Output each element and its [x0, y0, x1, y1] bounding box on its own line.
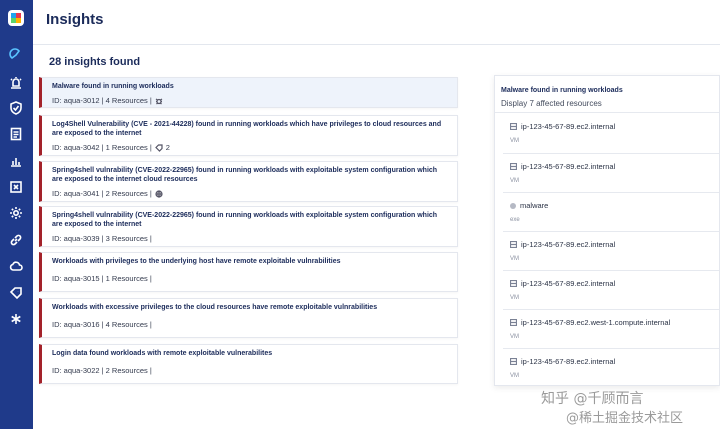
server-icon — [510, 123, 517, 130]
insight-card-aqua-3016[interactable]: Workloads with excessive privileges to t… — [39, 298, 458, 338]
insight-meta: ID: aqua-3016 | 4 Resources | — [52, 320, 152, 329]
insight-meta: ID: aqua-3012 | 4 Resources | — [52, 96, 152, 105]
resource-type: VM — [510, 295, 519, 301]
sidebar-asterisk-icon[interactable] — [9, 312, 23, 326]
insight-card-aqua-3039[interactable]: Spring4shell vulnrability (CVE-2022-2296… — [39, 206, 458, 247]
resource-item[interactable]: ip-123-45-67-89.ec2.internal VM — [503, 231, 719, 269]
tag-icon — [154, 143, 163, 152]
sidebar-shield-icon[interactable] — [9, 101, 23, 115]
panel-subtitle: Display 7 affected resources — [501, 99, 602, 108]
resource-type: VM — [510, 178, 519, 184]
watermark-zhihu: 知乎 @千顾而言 — [541, 391, 644, 407]
file-dot-icon — [510, 202, 516, 209]
sidebar-cloud-icon[interactable] — [9, 259, 23, 273]
sidebar-gear-icon[interactable] — [9, 206, 23, 220]
watermark-juejin: @稀土掘金技术社区 — [566, 411, 684, 426]
sidebar-link-icon[interactable] — [9, 233, 23, 247]
sidebar-box-icon[interactable] — [9, 180, 23, 194]
resource-item[interactable]: ip-123-45-67-89.ec2.internal VM — [503, 153, 719, 191]
insight-title: Workloads with excessive privileges to t… — [52, 304, 378, 311]
insight-title: Log4Shell Vulnerability (CVE - 2021-4422… — [52, 121, 442, 137]
resource-type: VM — [510, 373, 519, 379]
insight-title: Malware found in running workloads — [52, 83, 174, 90]
aqua-logo-icon[interactable] — [6, 8, 26, 28]
resource-type: exe — [510, 217, 520, 223]
server-icon — [510, 163, 517, 170]
insight-card-aqua-3015[interactable]: Workloads with privileges to the underly… — [39, 252, 458, 292]
sidebar-document-icon[interactable] — [9, 127, 23, 141]
sidebar-alarm-icon[interactable] — [9, 76, 23, 90]
resource-name: ip-123-45-67-89.ec2.internal — [521, 357, 616, 366]
resource-name: ip-123-45-67-89.ec2.internal — [521, 162, 616, 171]
insight-card-aqua-3041[interactable]: Spring4shell vulnrability (CVE-2022-2296… — [39, 161, 458, 202]
resource-name: ip-123-45-67-89.ec2.internal — [521, 122, 616, 131]
resource-name: ip-123-45-67-89.ec2.west-1.compute.inter… — [521, 318, 671, 327]
resource-item[interactable]: ip-123-45-67-89.ec2.internal VM — [503, 114, 719, 152]
resource-item[interactable]: malware exe — [503, 192, 719, 230]
page-header: Insights — [33, 0, 720, 45]
insight-card-aqua-3022[interactable]: Login data found workloads with remote e… — [39, 344, 458, 384]
server-icon — [510, 358, 517, 365]
insights-count: 28 insights found — [49, 56, 141, 68]
sidebar-insights-icon[interactable] — [9, 48, 23, 62]
sidebar — [0, 0, 33, 429]
panel-title: Malware found in running workloads — [501, 87, 623, 94]
insight-meta: ID: aqua-3041 | 2 Resources | — [52, 189, 152, 198]
resource-name: ip-123-45-67-89.ec2.internal — [521, 240, 616, 249]
insight-meta: ID: aqua-3039 | 3 Resources | — [52, 234, 152, 243]
resource-name: malware — [520, 201, 549, 210]
insight-meta: ID: aqua-3042 | 1 Resources | — [52, 143, 152, 152]
insight-card-aqua-3012[interactable]: Malware found in running workloads ID: a… — [39, 77, 458, 108]
insight-title: Spring4shell vulnrability (CVE-2022-2296… — [52, 212, 438, 228]
resource-name: ip-123-45-67-89.ec2.internal — [521, 279, 616, 288]
insight-title: Spring4shell vulnrability (CVE-2022-2296… — [52, 167, 438, 183]
bug-icon — [155, 98, 163, 104]
resource-type: VM — [510, 334, 519, 340]
insight-title: Workloads with privileges to the underly… — [52, 258, 341, 265]
resource-item[interactable]: ip-123-45-67-89.ec2.internal VM — [503, 348, 719, 385]
insight-card-aqua-3042[interactable]: Log4Shell Vulnerability (CVE - 2021-4422… — [39, 115, 458, 156]
tag-count: 2 — [165, 143, 170, 152]
resource-item[interactable]: ip-123-45-67-89.ec2.internal VM — [503, 270, 719, 308]
server-icon — [510, 280, 517, 287]
insight-title: Login data found workloads with remote e… — [52, 350, 273, 357]
sidebar-chart-icon[interactable] — [9, 154, 23, 168]
resource-type: VM — [510, 256, 519, 262]
server-icon — [510, 319, 517, 326]
insight-meta: ID: aqua-3022 | 2 Resources | — [52, 366, 152, 375]
insight-meta: ID: aqua-3015 | 1 Resources | — [52, 274, 152, 283]
divider — [495, 112, 719, 113]
page-title: Insights — [46, 11, 104, 28]
server-icon — [510, 241, 517, 248]
resource-item[interactable]: ip-123-45-67-89.ec2.west-1.compute.inter… — [503, 309, 719, 347]
sidebar-tag-icon[interactable] — [9, 286, 23, 300]
affected-resources-panel: Malware found in running workloads Displ… — [494, 75, 720, 386]
globe-icon — [155, 189, 163, 198]
resource-type: VM — [510, 138, 519, 144]
insights-main: 28 insights found Malware found in runni… — [33, 45, 720, 429]
